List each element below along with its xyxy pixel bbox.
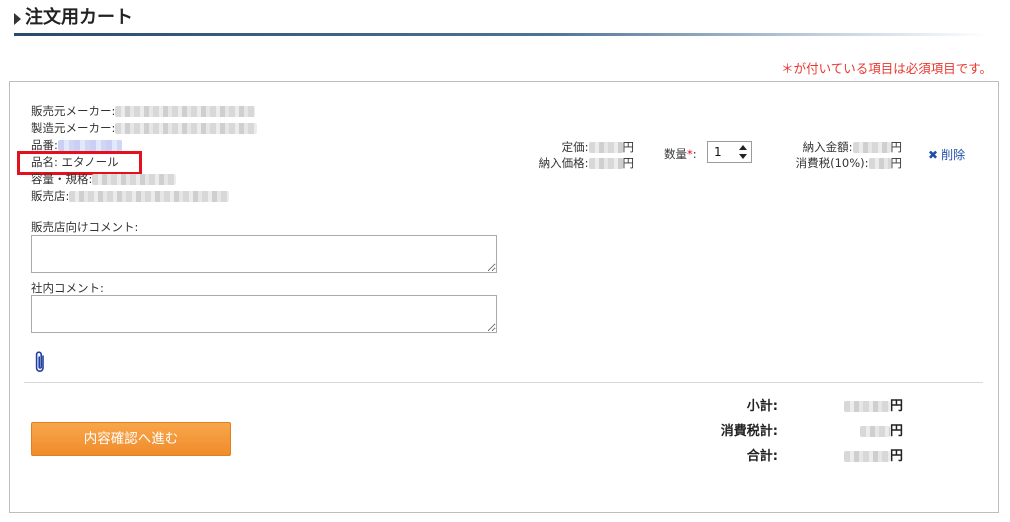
part-number-label: 品番: bbox=[31, 138, 58, 152]
divider bbox=[24, 382, 983, 383]
delivery-amount-label: 納入金額: bbox=[802, 140, 853, 154]
subtotal-value-redacted bbox=[843, 401, 890, 412]
quantity-label-text: 数量 bbox=[664, 147, 687, 161]
store-comment-label: 販売店向けコメント: bbox=[31, 220, 139, 234]
page-title: 注文用カート bbox=[25, 7, 133, 28]
subtotal-row: 円 bbox=[830, 395, 903, 414]
list-price-yen: 円 bbox=[622, 140, 635, 154]
tax-total-yen: 円 bbox=[889, 424, 903, 439]
grand-total-label: 合計: bbox=[746, 449, 778, 464]
seller-maker-label: 販売元メーカー: bbox=[31, 104, 116, 118]
capacity-value-redacted bbox=[92, 174, 177, 185]
grand-total-yen: 円 bbox=[889, 449, 903, 464]
part-number-link-redacted[interactable] bbox=[57, 140, 122, 151]
manufacturer-label: 製造元メーカー: bbox=[31, 121, 116, 135]
paperclip-icon[interactable] bbox=[34, 350, 46, 378]
list-price-value-redacted bbox=[588, 142, 623, 153]
delivery-price-label: 納入価格: bbox=[538, 156, 589, 170]
delete-label[interactable]: 削除 bbox=[941, 148, 965, 162]
tax-total-label: 消費税計: bbox=[720, 424, 778, 439]
store-comment-textarea[interactable] bbox=[31, 235, 497, 273]
list-price-label: 定価: bbox=[561, 140, 589, 154]
quantity-down-arrow-icon[interactable] bbox=[739, 154, 747, 159]
quantity-value[interactable]: 1 bbox=[714, 145, 722, 159]
capacity-row: 容量・規格: bbox=[31, 171, 177, 188]
tax-row: 消費税(10%): 円 bbox=[770, 155, 902, 171]
quantity-stepper[interactable]: 1 bbox=[707, 141, 752, 163]
internal-comment-label: 社内コメント: bbox=[31, 281, 104, 295]
delivery-amount-value-redacted bbox=[852, 142, 891, 153]
store-value-redacted bbox=[69, 191, 230, 202]
seller-maker-row: 販売元メーカー: bbox=[31, 103, 256, 120]
tax-total-row: 円 bbox=[830, 420, 903, 439]
delete-button[interactable]: ✖ 削除 bbox=[928, 146, 965, 163]
tax-total-value-redacted bbox=[859, 426, 890, 437]
capacity-label: 容量・規格: bbox=[31, 172, 93, 186]
grand-total-value-redacted bbox=[843, 451, 890, 462]
subtotal-label: 小計: bbox=[746, 399, 778, 414]
quantity-up-arrow-icon[interactable] bbox=[739, 145, 747, 150]
quantity-label: 数量*: bbox=[664, 146, 697, 162]
heading-triangle-icon bbox=[14, 13, 21, 25]
tax-label: 消費税(10%): bbox=[795, 156, 869, 170]
grand-total-row: 円 bbox=[830, 445, 903, 464]
internal-comment-textarea[interactable] bbox=[31, 295, 497, 333]
required-fields-note: ＊が付いている項目は必須項目です。 bbox=[781, 61, 992, 76]
proceed-to-confirm-button[interactable]: 内容確認へ進む bbox=[31, 422, 231, 456]
delivery-price-yen: 円 bbox=[622, 156, 635, 170]
delivery-price-row: 納入価格: 円 bbox=[520, 155, 634, 171]
delivery-amount-row: 納入金額: 円 bbox=[770, 139, 902, 155]
delivery-amount-yen: 円 bbox=[890, 140, 903, 154]
manufacturer-row: 製造元メーカー: bbox=[31, 120, 258, 137]
tax-value-redacted bbox=[868, 158, 891, 169]
store-row: 販売店: bbox=[31, 188, 230, 205]
heading-underline bbox=[14, 33, 989, 36]
tax-yen: 円 bbox=[890, 156, 903, 170]
store-label: 販売店: bbox=[31, 189, 70, 203]
seller-maker-value-redacted bbox=[115, 106, 256, 117]
list-price-row: 定価: 円 bbox=[520, 139, 634, 155]
page-heading: 注文用カート bbox=[14, 6, 994, 36]
quantity-colon: : bbox=[692, 147, 697, 161]
subtotal-yen: 円 bbox=[889, 399, 903, 414]
delete-icon[interactable]: ✖ bbox=[928, 148, 938, 162]
manufacturer-value-redacted bbox=[115, 123, 258, 134]
delivery-price-value-redacted bbox=[588, 158, 623, 169]
